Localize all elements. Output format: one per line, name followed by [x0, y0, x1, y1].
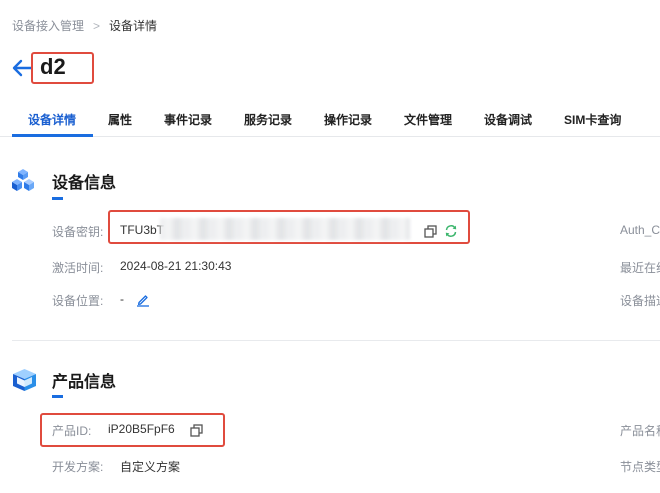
activation-time-value: 2024-08-21 21:30:43 — [120, 259, 232, 273]
dev-plan-value: 自定义方案 — [120, 460, 181, 474]
device-info-title: 设备信息 — [52, 175, 117, 192]
dev-plan-label: 开发方案: — [52, 460, 104, 474]
tab-properties[interactable]: 属性 — [108, 111, 132, 128]
tab-bar: 设备详情 属性 事件记录 服务记录 操作记录 文件管理 设备调试 SIM卡查询 — [0, 107, 660, 137]
product-id-label: 产品ID: — [52, 424, 92, 438]
tab-device-debug[interactable]: 设备调试 — [484, 111, 532, 128]
device-info-title-bar — [52, 197, 63, 200]
section-divider — [12, 340, 660, 341]
device-secret-label: 设备密钥: — [52, 225, 104, 239]
breadcrumb-current: 设备详情 — [109, 19, 158, 33]
tab-device-details[interactable]: 设备详情 — [28, 111, 76, 128]
breadcrumb: 设备接入管理 > 设备详情 — [12, 17, 157, 34]
device-cube-icon — [12, 169, 34, 191]
auth-label: Auth_C — [620, 223, 660, 237]
tab-file-management[interactable]: 文件管理 — [404, 111, 452, 128]
device-secret-redacted — [160, 218, 410, 240]
tab-event-records[interactable]: 事件记录 — [164, 111, 212, 128]
tab-sim-query[interactable]: SIM卡查询 — [564, 111, 621, 128]
device-location-value: - — [120, 292, 124, 306]
product-id-value: iP20B5FpF6 — [108, 422, 175, 436]
edit-icon[interactable] — [136, 293, 150, 307]
product-name-label: 产品名称 — [620, 424, 660, 438]
product-info-title-bar — [52, 395, 63, 398]
device-secret-value: TFU3bT — [120, 223, 165, 237]
tab-operation-records[interactable]: 操作记录 — [324, 111, 372, 128]
tab-service-records[interactable]: 服务记录 — [244, 111, 292, 128]
refresh-icon[interactable] — [444, 224, 458, 238]
device-location-label: 设备位置: — [52, 294, 104, 308]
product-box-icon — [13, 369, 36, 391]
active-tab-indicator — [12, 134, 93, 137]
breadcrumb-separator: > — [93, 18, 101, 33]
copy-icon[interactable] — [424, 225, 437, 238]
node-type-label: 节点类型 — [620, 460, 660, 474]
breadcrumb-parent-link[interactable]: 设备接入管理 — [12, 17, 84, 34]
page-title: d2 — [40, 54, 66, 79]
activation-time-label: 激活时间: — [52, 261, 104, 275]
device-description-label: 设备描述 — [620, 294, 660, 308]
product-id-copy-icon[interactable] — [190, 424, 203, 437]
last-online-label: 最近在线 — [620, 261, 660, 275]
product-info-title: 产品信息 — [52, 374, 117, 391]
